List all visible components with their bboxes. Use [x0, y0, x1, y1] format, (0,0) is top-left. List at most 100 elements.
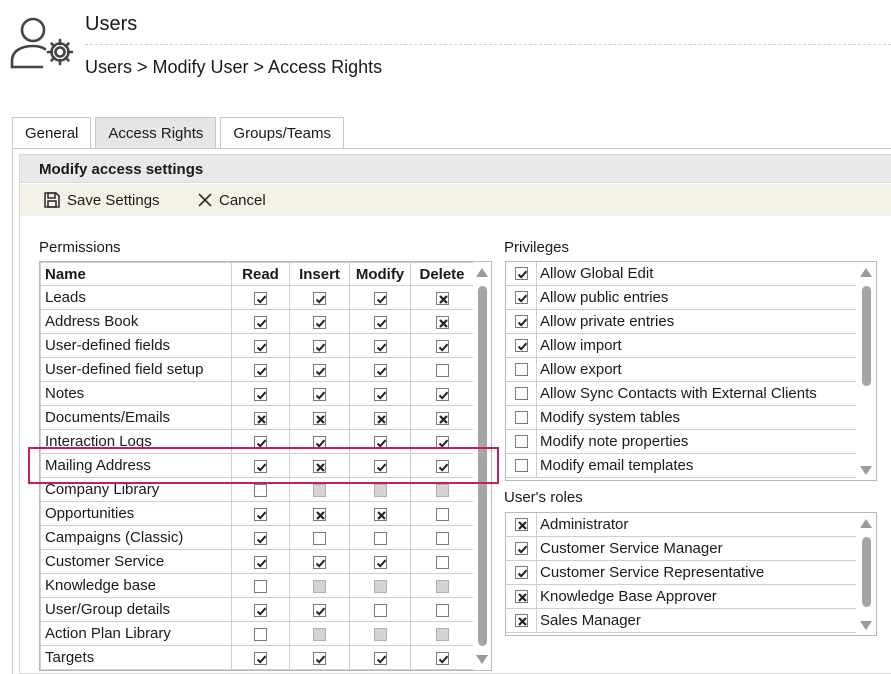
list-checkbox[interactable] [514, 566, 528, 579]
insert-checkbox[interactable] [313, 459, 326, 473]
delete-checkbox[interactable] [435, 651, 449, 665]
list-item[interactable]: Modify note properties [506, 429, 856, 454]
delete-checkbox[interactable] [435, 507, 449, 521]
column-header-delete[interactable]: Delete [410, 262, 474, 286]
delete-checkbox[interactable] [435, 531, 449, 545]
modify-checkbox[interactable] [373, 435, 387, 449]
insert-checkbox[interactable] [313, 555, 326, 569]
modify-checkbox[interactable] [373, 363, 387, 377]
read-checkbox[interactable] [254, 315, 267, 329]
read-checkbox[interactable] [254, 531, 267, 545]
save-settings-button[interactable]: Save Settings [43, 184, 160, 216]
modify-checkbox[interactable] [373, 531, 387, 545]
read-checkbox[interactable] [254, 363, 267, 377]
list-item[interactable]: Knowledge Base Approver [506, 584, 856, 609]
list-item[interactable]: Allow export [506, 357, 856, 382]
delete-checkbox[interactable] [435, 459, 449, 473]
list-item[interactable]: Customer Service Representative [506, 560, 856, 585]
read-checkbox[interactable] [254, 555, 267, 569]
delete-checkbox[interactable] [435, 603, 449, 617]
delete-checkbox[interactable] [435, 291, 449, 305]
read-checkbox[interactable] [254, 603, 267, 617]
scroll-down-icon[interactable] [860, 466, 872, 475]
delete-checkbox[interactable] [435, 555, 449, 569]
read-checkbox[interactable] [254, 387, 267, 401]
cancel-button[interactable]: Cancel [197, 184, 266, 216]
list-checkbox[interactable] [514, 411, 528, 424]
insert-checkbox[interactable] [313, 291, 326, 305]
read-checkbox[interactable] [254, 459, 267, 473]
list-item[interactable]: Allow Sync Contacts with External Client… [506, 381, 856, 406]
modify-checkbox[interactable] [373, 339, 387, 353]
delete-checkbox[interactable] [435, 411, 449, 425]
read-checkbox[interactable] [254, 339, 267, 353]
scroll-thumb[interactable] [478, 286, 487, 646]
list-checkbox[interactable] [514, 267, 528, 280]
insert-checkbox[interactable] [313, 507, 326, 521]
list-item[interactable]: Allow import [506, 333, 856, 358]
column-header-modify[interactable]: Modify [349, 262, 411, 286]
list-checkbox[interactable] [514, 590, 528, 603]
tab-access-rights[interactable]: Access Rights [95, 117, 217, 149]
list-item[interactable]: Administrator [506, 513, 856, 537]
list-checkbox[interactable] [514, 518, 528, 531]
column-header-name[interactable]: Name [40, 262, 232, 286]
list-checkbox[interactable] [514, 315, 528, 328]
permissions-scrollbar[interactable] [473, 262, 491, 670]
insert-checkbox[interactable] [313, 435, 326, 449]
read-checkbox[interactable] [254, 291, 267, 305]
scroll-up-icon[interactable] [860, 519, 872, 528]
column-header-read[interactable]: Read [231, 262, 290, 286]
read-checkbox[interactable] [254, 507, 267, 521]
list-item[interactable]: Customer Service Manager [506, 536, 856, 561]
column-header-insert[interactable]: Insert [289, 262, 350, 286]
modify-checkbox[interactable] [373, 651, 387, 665]
list-item[interactable]: Sales Manager [506, 608, 856, 633]
scroll-up-icon[interactable] [476, 268, 488, 277]
read-checkbox[interactable] [254, 483, 267, 497]
scroll-up-icon[interactable] [860, 268, 872, 277]
scroll-thumb[interactable] [862, 286, 871, 386]
delete-checkbox[interactable] [435, 339, 449, 353]
modify-checkbox[interactable] [373, 507, 387, 521]
list-checkbox[interactable] [514, 459, 528, 472]
insert-checkbox[interactable] [313, 315, 326, 329]
list-checkbox[interactable] [514, 363, 528, 376]
modify-checkbox[interactable] [373, 459, 387, 473]
delete-checkbox[interactable] [435, 315, 449, 329]
read-checkbox[interactable] [254, 579, 267, 593]
modify-checkbox[interactable] [373, 411, 387, 425]
modify-checkbox[interactable] [373, 315, 387, 329]
delete-checkbox[interactable] [435, 387, 449, 401]
scroll-down-icon[interactable] [860, 621, 872, 630]
insert-checkbox[interactable] [313, 411, 326, 425]
delete-checkbox[interactable] [435, 363, 449, 377]
privileges-scrollbar[interactable] [856, 262, 876, 480]
list-item[interactable]: Allow Global Edit [506, 262, 856, 286]
modify-checkbox[interactable] [373, 387, 387, 401]
list-checkbox[interactable] [514, 339, 528, 352]
roles-scrollbar[interactable] [856, 513, 876, 635]
scroll-thumb[interactable] [862, 537, 871, 607]
scroll-down-icon[interactable] [476, 655, 488, 664]
insert-checkbox[interactable] [313, 363, 326, 377]
list-checkbox[interactable] [514, 542, 528, 555]
tab-groups-teams[interactable]: Groups/Teams [220, 117, 344, 149]
insert-checkbox[interactable] [313, 387, 326, 401]
insert-checkbox[interactable] [313, 339, 326, 353]
tab-general[interactable]: General [12, 117, 92, 149]
list-checkbox[interactable] [514, 387, 528, 400]
list-item[interactable]: Allow private entries [506, 309, 856, 334]
read-checkbox[interactable] [254, 651, 267, 665]
modify-checkbox[interactable] [373, 291, 387, 305]
insert-checkbox[interactable] [313, 651, 326, 665]
list-item[interactable]: Allow public entries [506, 285, 856, 310]
insert-checkbox[interactable] [313, 531, 326, 545]
delete-checkbox[interactable] [435, 435, 449, 449]
list-item[interactable]: Modify system tables [506, 405, 856, 430]
list-checkbox[interactable] [514, 435, 528, 448]
read-checkbox[interactable] [254, 435, 267, 449]
read-checkbox[interactable] [254, 627, 267, 641]
list-checkbox[interactable] [514, 614, 528, 627]
read-checkbox[interactable] [254, 411, 267, 425]
